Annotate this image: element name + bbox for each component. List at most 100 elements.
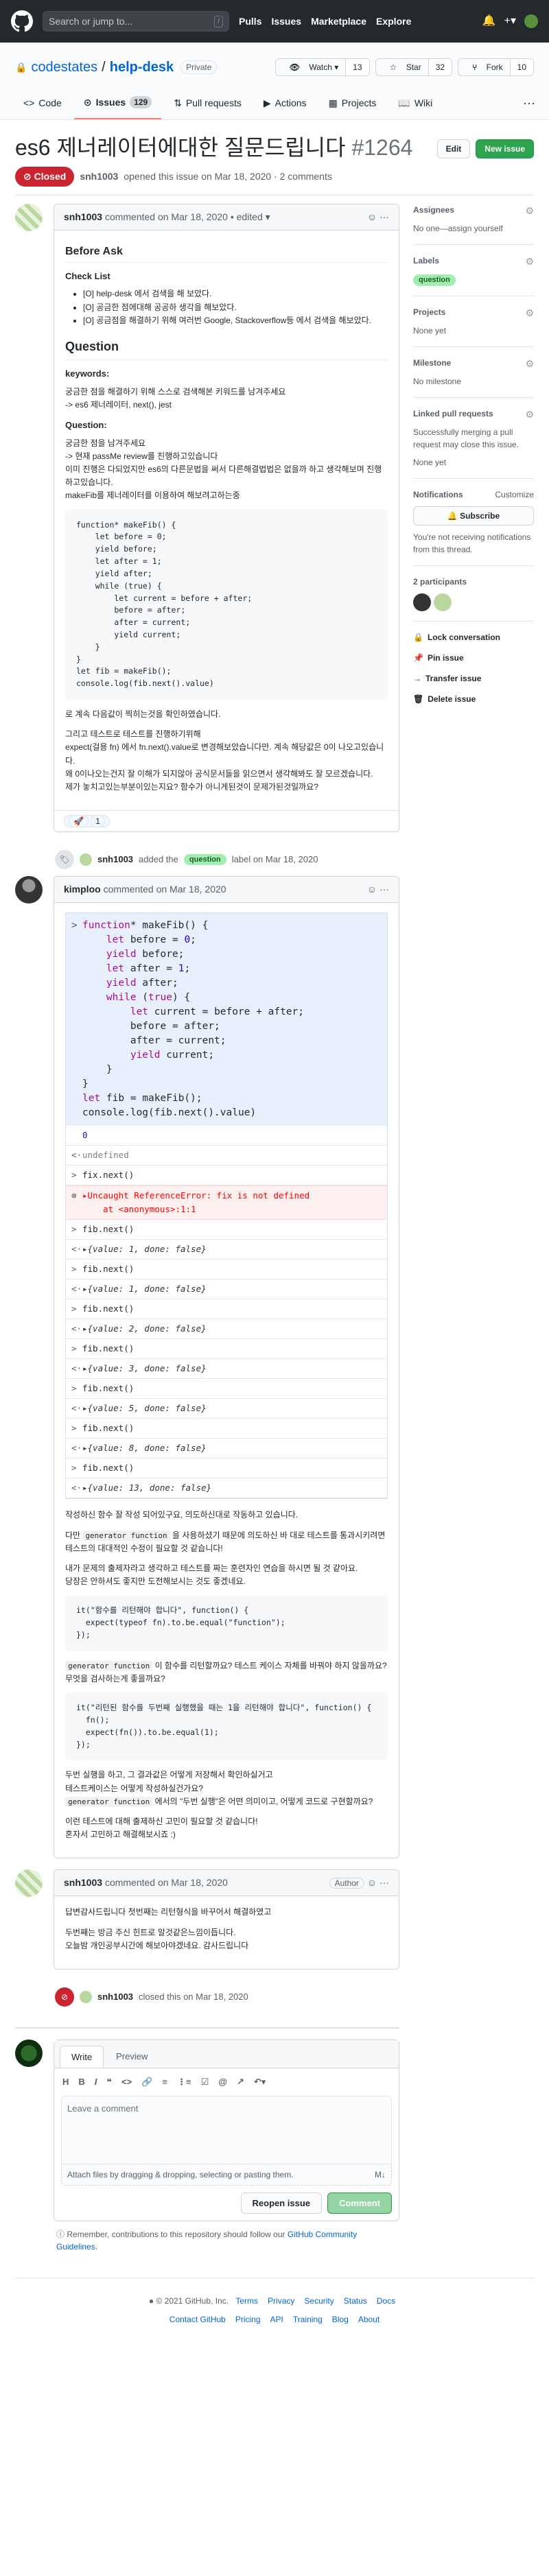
gear-icon[interactable]: ⚙ — [525, 407, 534, 422]
new-issue-button[interactable]: New issue — [476, 139, 534, 158]
event-actor[interactable]: snh1003 — [97, 853, 133, 866]
comment-author[interactable]: snh1003 — [64, 1877, 102, 1888]
bulleted-list-icon[interactable]: ≡ — [162, 2075, 167, 2089]
comment-actions: ☺ ··· — [367, 882, 389, 897]
label-question[interactable]: question — [413, 274, 456, 286]
reopen-issue-button[interactable]: Reopen issue — [240, 2192, 323, 2214]
attach-files[interactable]: Attach files by dragging & dropping, sel… — [61, 2164, 392, 2186]
avatar[interactable] — [434, 593, 452, 611]
link-icon[interactable]: 🔗 — [141, 2075, 152, 2089]
footer-link[interactable]: Training — [293, 2315, 323, 2324]
comment-button[interactable]: Comment — [327, 2192, 392, 2214]
bell-icon[interactable]: 🔔 — [482, 13, 496, 29]
nav-pulls[interactable]: Pulls — [239, 16, 261, 27]
saved-replies-icon[interactable]: ↶▾ — [254, 2075, 266, 2089]
mention-icon[interactable]: @ — [218, 2075, 227, 2089]
footer-link[interactable]: Blog — [332, 2315, 349, 2324]
subscribe-button[interactable]: 🔔 Subscribe — [413, 506, 534, 525]
search-input[interactable]: Search or jump to... / — [43, 11, 229, 32]
gear-icon[interactable]: ⚙ — [525, 357, 534, 371]
footer-link[interactable]: Pricing — [235, 2315, 261, 2324]
footer-link[interactable]: Security — [304, 2296, 334, 2306]
more-icon[interactable]: ··· — [523, 94, 535, 113]
paragraph: 이미 진행은 다되었지만 es6의 다른문법을 써서 다른해결법법은 없을까 하… — [65, 464, 382, 488]
gear-icon[interactable]: ⚙ — [525, 306, 534, 320]
nav-explore[interactable]: Explore — [376, 16, 411, 27]
avatar[interactable] — [15, 204, 43, 231]
console-gutter-icon: > — [71, 1383, 77, 1394]
comment-author[interactable]: snh1003 — [64, 211, 102, 222]
fork-button[interactable]: ⑂ Fork 10 — [458, 58, 534, 76]
avatar[interactable] — [80, 853, 92, 866]
edit-button[interactable]: Edit — [436, 139, 471, 158]
user-avatar[interactable] — [524, 14, 538, 28]
kebab-icon[interactable]: ··· — [379, 211, 389, 222]
heading-icon[interactable]: H — [62, 2075, 69, 2089]
tab-pull-requests[interactable]: ⇅ Pull requests — [164, 86, 251, 119]
tab-wiki[interactable]: 📖 Wiki — [388, 86, 442, 119]
pin-issue-button[interactable]: 📌 Pin issue — [413, 648, 534, 668]
gear-icon[interactable]: ⚙ — [525, 255, 534, 269]
question-label: Question: — [65, 419, 107, 430]
footer-link[interactable]: Terms — [235, 2296, 258, 2306]
footer-link[interactable]: API — [270, 2315, 283, 2324]
kebab-icon[interactable]: ··· — [379, 1877, 389, 1888]
repo-name-link[interactable]: help-desk — [110, 57, 174, 78]
footer-link[interactable]: Privacy — [268, 2296, 294, 2306]
gear-icon[interactable]: ⚙ — [525, 204, 534, 218]
delete-issue-button[interactable]: 🗑 Delete issue — [413, 689, 534, 709]
reminder-text: Remember, contributions to this reposito… — [67, 2230, 285, 2240]
avatar[interactable] — [15, 1869, 43, 1898]
console-gutter-icon: > — [71, 1264, 77, 1275]
quote-icon[interactable]: ❝ — [106, 2075, 112, 2089]
milestone-value: No milestone — [413, 376, 462, 386]
reaction-rocket[interactable]: 🚀 1 — [64, 815, 110, 828]
comment-textarea[interactable]: Leave a comment — [61, 2095, 392, 2164]
nav-marketplace[interactable]: Marketplace — [311, 16, 366, 27]
star-count[interactable]: 32 — [428, 59, 452, 75]
smiley-icon[interactable]: ☺ — [367, 211, 377, 222]
assignees-value[interactable]: No one—assign yourself — [413, 222, 534, 235]
avatar[interactable] — [15, 876, 43, 904]
github-logo-icon[interactable] — [11, 10, 33, 32]
repo-owner-link[interactable]: codestates — [31, 57, 97, 78]
tab-projects[interactable]: ▦ Projects — [319, 86, 386, 119]
star-button[interactable]: ☆ Star 32 — [375, 58, 453, 76]
tab-actions[interactable]: ▶ Actions — [254, 86, 316, 119]
fork-count[interactable]: 10 — [509, 59, 533, 75]
italic-icon[interactable]: I — [95, 2075, 97, 2089]
plus-icon[interactable]: +▾ — [504, 13, 516, 29]
transfer-issue-button[interactable]: → Transfer issue — [413, 668, 534, 689]
watch-button[interactable]: 👁 Watch ▾ 13 — [274, 58, 370, 76]
reactions: 🚀 1 — [54, 810, 399, 831]
smiley-icon[interactable]: ☺ — [367, 1877, 377, 1888]
comment-author[interactable]: kimploo — [64, 884, 101, 895]
code-icon[interactable]: <> — [121, 2075, 132, 2089]
tab-preview[interactable]: Preview — [105, 2046, 159, 2068]
tab-wiki-label: Wiki — [414, 97, 433, 108]
smiley-icon[interactable]: ☺ — [367, 884, 377, 895]
label-question[interactable]: question — [183, 853, 226, 866]
footer-link[interactable]: Status — [344, 2296, 367, 2306]
tab-code[interactable]: <> Code — [14, 86, 71, 119]
issue-author-link[interactable]: snh1003 — [80, 169, 118, 184]
nav-issues[interactable]: Issues — [271, 16, 301, 27]
footer-link[interactable]: Contact GitHub — [170, 2315, 226, 2324]
customize-link[interactable]: Customize — [495, 488, 534, 501]
avatar[interactable] — [413, 593, 431, 611]
event-actor[interactable]: snh1003 — [97, 1990, 133, 2004]
tab-issues[interactable]: ⊙ Issues 129 — [73, 86, 162, 119]
lock-conversation-button[interactable]: 🔒 Lock conversation — [413, 627, 534, 648]
watch-count[interactable]: 13 — [345, 59, 369, 75]
footer-link[interactable]: About — [358, 2315, 379, 2324]
kebab-icon[interactable]: ··· — [379, 884, 389, 895]
reference-icon[interactable]: ↗ — [237, 2075, 244, 2089]
avatar[interactable] — [80, 1990, 92, 2003]
tab-write[interactable]: Write — [60, 2045, 104, 2068]
avatar[interactable] — [15, 2039, 43, 2067]
task-list-icon[interactable]: ☑ — [201, 2075, 209, 2089]
footer-link[interactable]: Docs — [377, 2296, 395, 2306]
console-row: 0 — [66, 1126, 387, 1146]
bold-icon[interactable]: B — [78, 2075, 84, 2089]
numbered-list-icon[interactable]: ⋮≡ — [177, 2075, 191, 2089]
